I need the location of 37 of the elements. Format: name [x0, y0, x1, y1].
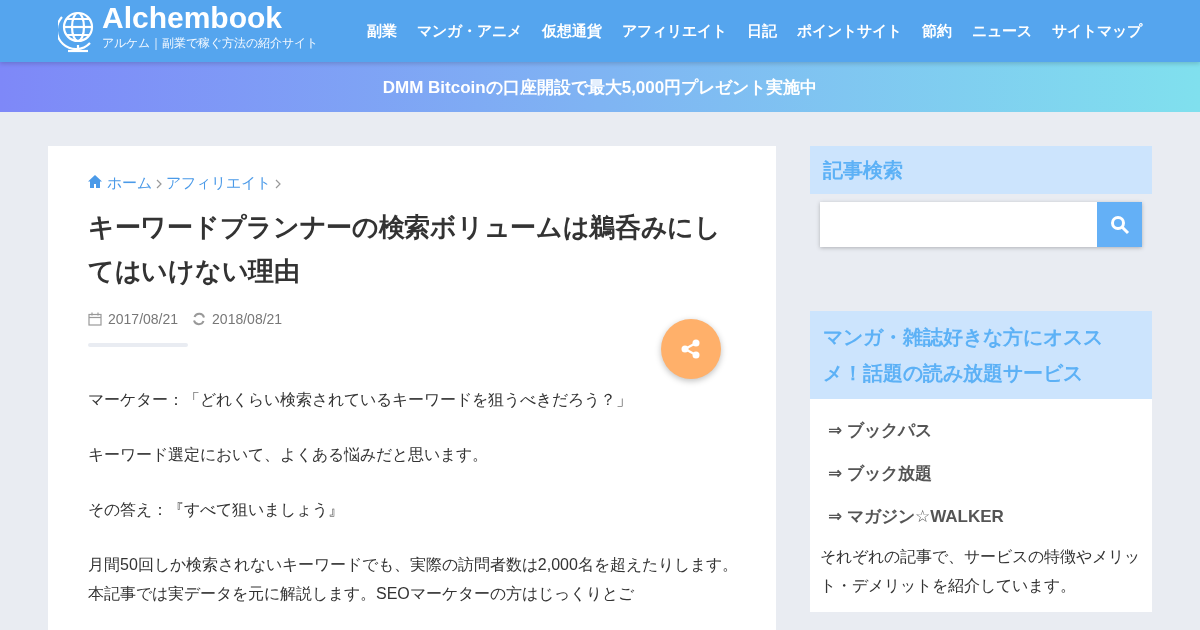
search-icon: [1109, 214, 1130, 235]
search-field[interactable]: [820, 202, 1097, 247]
chevron-icon: [156, 178, 162, 189]
refresh-icon: [192, 312, 207, 326]
breadcrumb-link[interactable]: アフィリエイト: [166, 174, 271, 193]
nav-link[interactable]: ニュース: [962, 13, 1042, 49]
nav-link[interactable]: アフィリエイト: [612, 13, 737, 49]
site-tagline: アルケム｜副業で稼ぐ方法の紹介サイト: [102, 34, 318, 52]
widget-title: マンガ・雑誌好きな方にオススメ！話題の読み放題サービス: [810, 311, 1152, 399]
nav-link[interactable]: ポイントサイト: [787, 13, 912, 49]
article-paragraph: キーワード選定において、よくある悩みだと思います。: [88, 445, 489, 465]
nav-link[interactable]: 節約: [912, 13, 962, 49]
sidebar-link[interactable]: ⇒ ブックパス: [828, 409, 1134, 452]
sidebar-link[interactable]: ⇒ マガジン☆WALKER: [828, 495, 1134, 538]
search-button[interactable]: [1097, 202, 1142, 247]
nav-link[interactable]: 仮想通貨: [532, 13, 612, 49]
publish-date: 2017/08/21: [108, 311, 179, 327]
home-icon: [88, 175, 102, 188]
nav-link[interactable]: マンガ・アニメ: [407, 13, 532, 49]
calendar-icon: [88, 312, 102, 326]
article-title: キーワードプランナーの検索ボリュームは鵜呑みにしてはいけない理由: [88, 211, 722, 288]
breadcrumb-link[interactable]: ホーム: [88, 174, 152, 193]
promo-link[interactable]: DMM Bitcoinの口座開設で最大5,000円プレゼント実施中: [382, 75, 818, 99]
nav-link[interactable]: サイトマップ: [1042, 13, 1152, 49]
article-paragraph: その答え：『すべて狙いましょう』: [88, 500, 345, 520]
article-paragraph: 月間50回しか検索されないキーワードでも、実際の訪問者数は2,000名を超えたりします。本記事では実データを元に解説します。SEOマーケターの方はじっくりとご: [88, 555, 739, 604]
widget-text: それぞれの記事で、サービスの特徴やメリット・デメリットを紹介しています。: [819, 547, 1141, 596]
nav-link[interactable]: 副業: [357, 13, 407, 49]
site-logo[interactable]: Alchembook: [102, 2, 318, 33]
share-icon: [680, 338, 702, 360]
share-button[interactable]: [661, 319, 721, 379]
nav-link[interactable]: 日記: [737, 13, 787, 49]
update-date: 2018/08/21: [212, 311, 283, 327]
sidebar-link[interactable]: ⇒ ブック放題: [828, 452, 1134, 495]
widget-title: 記事検索: [810, 146, 1152, 194]
article-paragraph: マーケター：「どれくらい検索されているキーワードを狙うべきだろう？」: [88, 390, 633, 410]
chevron-icon: [275, 178, 281, 189]
